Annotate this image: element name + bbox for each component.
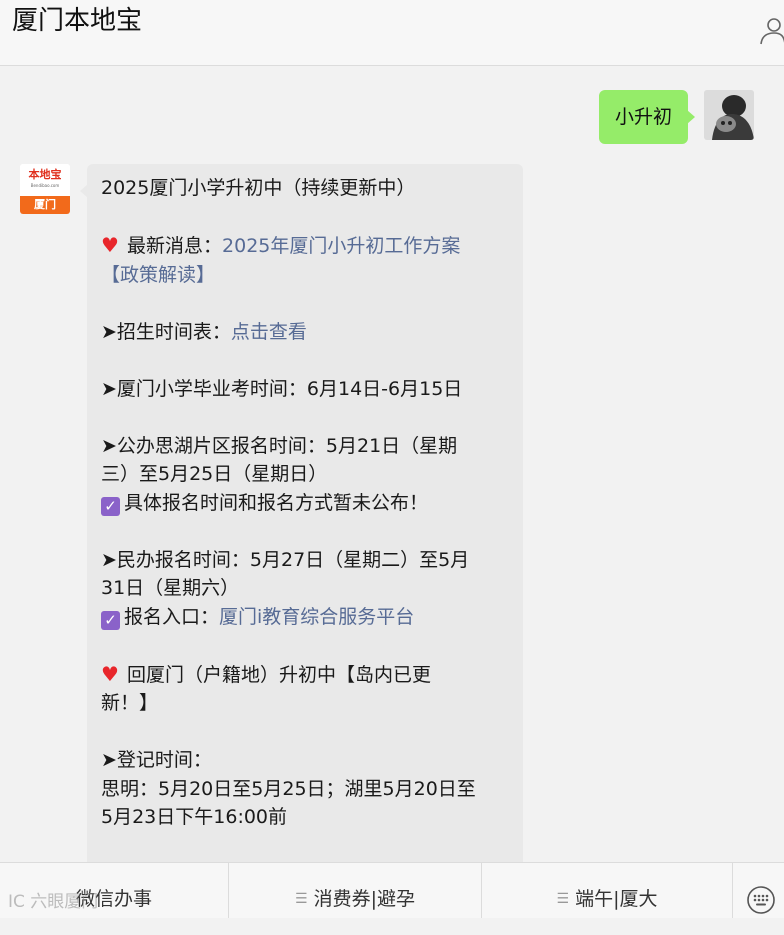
register-line-1: 思明：5月20日至5月25日；湖里5月20日至 <box>101 777 476 800</box>
return-text-1: 回厦门（户籍地）升初中【岛内已更 <box>127 663 432 686</box>
keyboard-icon[interactable] <box>746 885 776 915</box>
register-label: ➤登记时间： <box>101 749 212 771</box>
outgoing-message-text: 小升初 <box>614 106 672 128</box>
person-icon[interactable] <box>758 16 784 46</box>
checkmark-icon: ✓ <box>101 610 120 630</box>
public-time-1: ➤公办思湖片区报名时间：5月21日（星期 <box>101 434 458 457</box>
menu-item-dragon-boat[interactable]: ☰ 端午|厦大 <box>482 863 732 918</box>
private-time-1: ➤民办报名时间：5月27日（星期二）至5月 <box>101 548 470 571</box>
public-time-2: 三）至5月25日（星期日） <box>101 463 328 485</box>
chat-area[interactable]: 小升初 本地宝 Bendibao.com 厦门 2025厦门小学升初中（持续更新… <box>0 66 784 862</box>
policy-link[interactable]: 【政策解读】 <box>101 261 509 290</box>
watermark: IC 六眼厦门 <box>8 892 99 912</box>
menu-list-icon: ☰ <box>295 891 308 907</box>
avatar-city: 厦门 <box>20 196 70 214</box>
heart-icon: ♥ <box>101 661 119 686</box>
avatar-brand-top: 本地宝 Bendibao.com <box>20 164 70 196</box>
register-line-2: 5月23日下午16:00前 <box>101 806 288 828</box>
avatar-brand-url: Bendibao.com <box>30 183 60 188</box>
bottom-menu-bar: 微信办事 ☰ 消费券|避孕 ☰ 端午|厦大 <box>0 862 784 918</box>
menu-list-icon: ☰ <box>556 891 570 907</box>
schedule-label: ➤招生时间表： <box>101 320 231 343</box>
heart-icon: ♥ <box>101 233 119 257</box>
entry-line: ✓ 报名入口：厦门i教育综合服务平台 <box>101 603 509 632</box>
public-note: 具体报名时间和报名方式暂未公布！ <box>124 491 429 514</box>
menu-item-label: 消费券|避孕 <box>313 888 415 910</box>
schedule-link[interactable]: 点击查看 <box>231 321 307 343</box>
entry-label: 报名入口： <box>124 605 220 628</box>
chat-title: 厦门本地宝 <box>12 6 143 36</box>
checkmark-icon: ✓ <box>101 496 120 516</box>
news-line: ♥ 最新消息：2025年厦门小升初工作方案 <box>101 231 509 261</box>
private-time-2: 31日（星期六） <box>101 577 240 599</box>
message-title: 2025厦门小学升初中（持续更新中） <box>101 177 416 199</box>
public-note-line: ✓ 具体报名时间和报名方式暂未公布！ <box>101 489 509 518</box>
menu-item-coupons[interactable]: ☰ 消费券|避孕 <box>229 863 481 918</box>
return-line-1: ♥ 回厦门（户籍地）升初中【岛内已更 <box>101 660 509 690</box>
schedule-line: ➤招生时间表：点击查看 <box>101 318 509 347</box>
news-link[interactable]: 2025年厦门小升初工作方案 <box>222 235 460 257</box>
user-avatar-image <box>704 90 754 140</box>
avatar-brand-name: 本地宝 <box>28 168 62 181</box>
menu-item-label: 端午|厦大 <box>575 888 658 910</box>
incoming-message: 2025厦门小学升初中（持续更新中） ♥ 最新消息：2025年厦门小升初工作方案 … <box>80 164 523 862</box>
exam-time: ➤厦门小学毕业考时间：6月14日-6月15日 <box>101 377 463 400</box>
user-avatar[interactable] <box>704 90 754 140</box>
return-line-2: 新！】 <box>101 692 159 714</box>
official-account-avatar[interactable]: 本地宝 Bendibao.com 厦门 <box>20 164 70 214</box>
news-label: 最新消息： <box>127 235 223 257</box>
outgoing-message[interactable]: 小升初 <box>598 90 696 144</box>
entry-link[interactable]: 厦门i教育综合服务平台 <box>219 606 414 628</box>
chat-header: 厦门本地宝 <box>0 0 784 66</box>
